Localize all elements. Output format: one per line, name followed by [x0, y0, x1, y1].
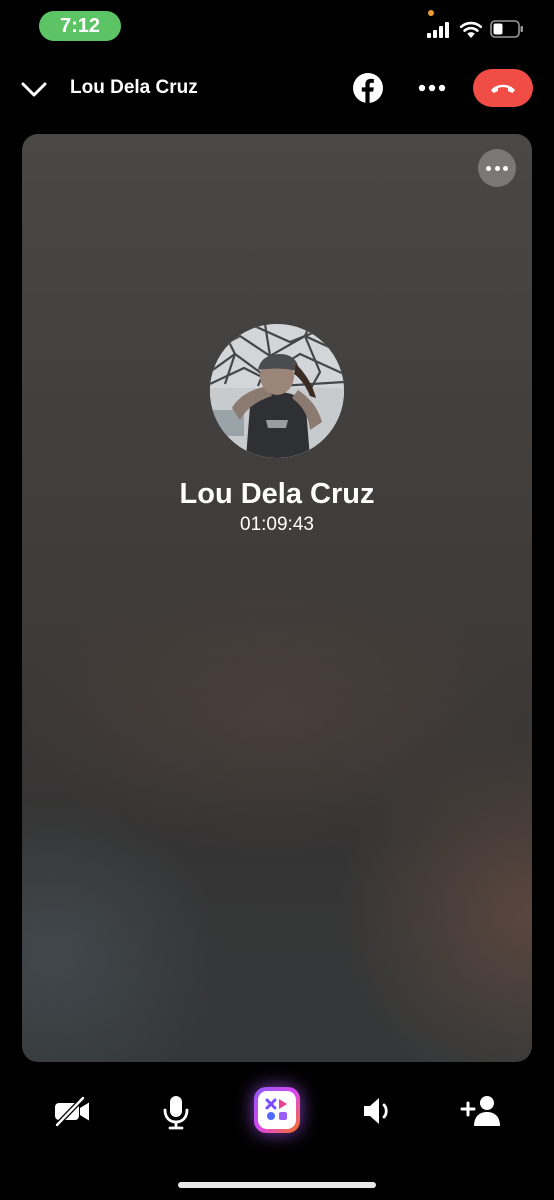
effects-icon — [265, 1098, 287, 1120]
call-title: Lou Dela Cruz — [70, 77, 198, 98]
effects-tile — [258, 1091, 296, 1129]
speaker-button[interactable] — [355, 1088, 401, 1134]
call-header: Lou Dela Cruz — [0, 60, 554, 118]
avatar — [210, 324, 344, 458]
profile-photo — [210, 324, 344, 458]
video-more-options-button[interactable] — [478, 149, 516, 187]
speaker-icon — [364, 1098, 388, 1124]
privacy-indicator-dot — [428, 10, 434, 16]
video-area[interactable]: Lou Dela Cruz 01:09:43 — [22, 134, 532, 1062]
home-indicator[interactable] — [178, 1182, 376, 1188]
status-time[interactable]: 7:12 — [39, 11, 121, 41]
facebook-icon — [353, 73, 383, 103]
call-controls — [0, 1082, 554, 1142]
more-options-button[interactable] — [414, 73, 450, 103]
call-duration: 01:09:43 — [240, 514, 314, 535]
add-person-button[interactable] — [458, 1088, 504, 1134]
battery-icon — [490, 20, 523, 38]
add-person-icon — [460, 1096, 500, 1126]
more-dot — [494, 166, 500, 171]
end-call-button[interactable] — [473, 69, 533, 107]
hang-up-icon — [491, 84, 515, 93]
minimize-call-button[interactable] — [18, 74, 50, 104]
video-off-icon — [55, 1096, 89, 1127]
facebook-button[interactable] — [352, 72, 384, 104]
more-horizontal-icon — [418, 84, 446, 92]
microphone-icon — [163, 1096, 189, 1130]
more-dot — [503, 166, 508, 171]
wifi-icon — [459, 21, 483, 38]
cellular-signal-icon — [427, 22, 451, 38]
chevron-down-icon — [21, 82, 47, 97]
effects-button[interactable] — [254, 1087, 300, 1133]
status-bar: 7:12 — [0, 0, 554, 52]
mute-microphone-button[interactable] — [153, 1088, 199, 1134]
more-horizontal-icon — [486, 166, 491, 171]
callee-name: Lou Dela Cruz — [179, 478, 375, 510]
toggle-video-button[interactable] — [49, 1088, 95, 1134]
